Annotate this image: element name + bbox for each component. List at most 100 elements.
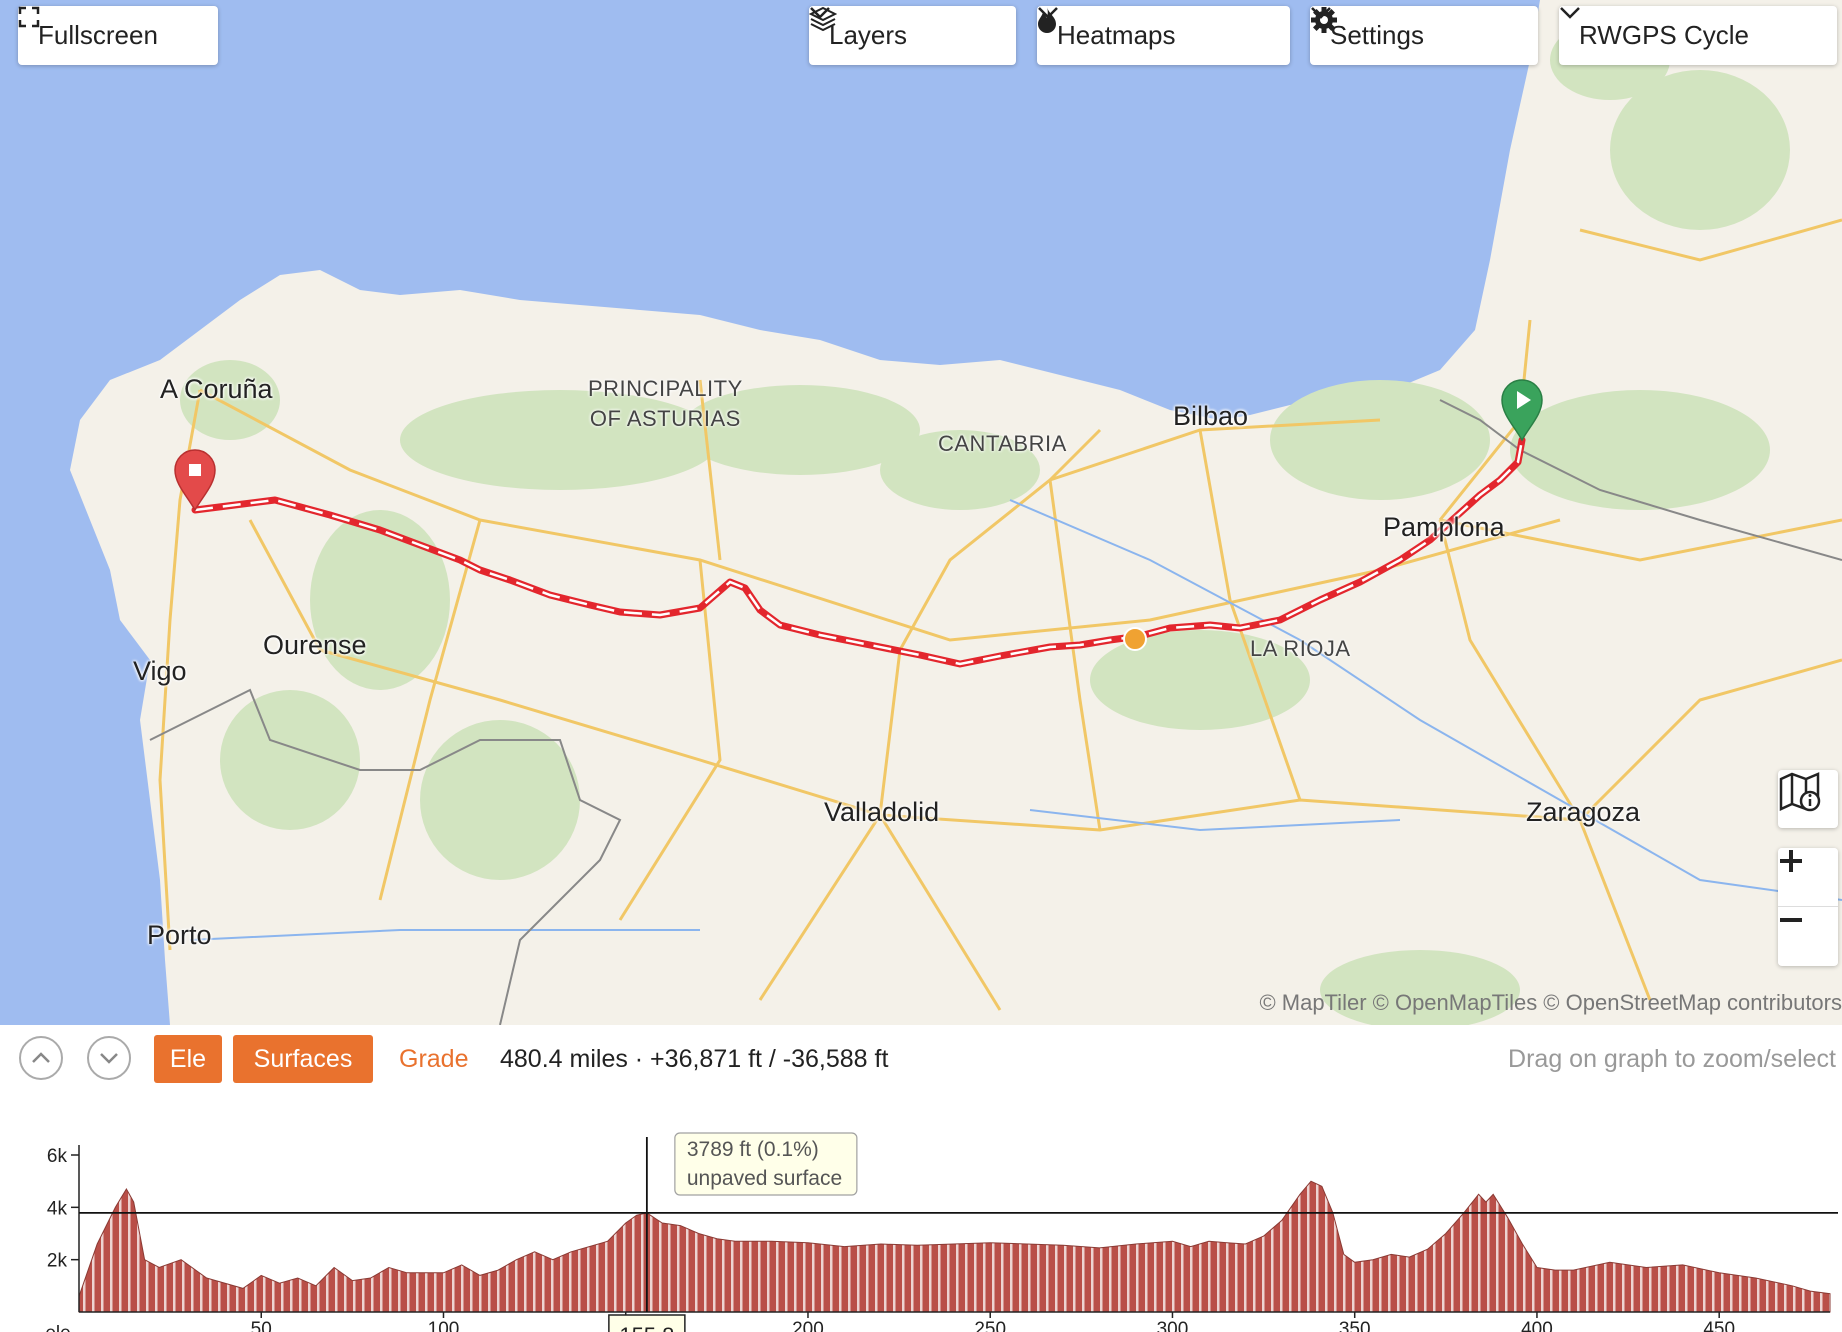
surface-stripe	[146, 1181, 149, 1312]
x-tick-label: 300	[1157, 1319, 1189, 1332]
region-label-asturias: PRINCIPALITY OF ASTURIAS	[588, 374, 743, 434]
surface-stripe	[488, 1181, 491, 1312]
surface-stripe	[1433, 1181, 1436, 1312]
elevation-fill	[79, 1181, 1830, 1312]
surface-stripe	[1235, 1181, 1238, 1312]
surface-stripe	[902, 1181, 905, 1312]
cursor-tooltip-elevation: 3789 ft (0.1%)	[687, 1138, 819, 1161]
surface-stripe	[92, 1181, 95, 1312]
surface-stripe	[587, 1181, 590, 1312]
surface-stripe	[983, 1181, 986, 1312]
map-info-button[interactable]	[1778, 770, 1838, 828]
route-hover-dot	[1123, 627, 1147, 651]
fullscreen-button[interactable]: Fullscreen	[18, 6, 218, 65]
city-label-a-coruna: A Coruña	[160, 374, 273, 404]
surface-stripe	[1001, 1181, 1004, 1312]
settings-dropdown[interactable]: Settings	[1310, 6, 1538, 65]
surface-stripe	[83, 1181, 86, 1312]
surface-stripe	[1073, 1181, 1076, 1312]
surface-stripe	[353, 1181, 356, 1312]
zoom-in-button[interactable]	[1778, 848, 1838, 907]
surface-stripe	[542, 1181, 545, 1312]
chevron-down-icon	[810, 7, 830, 19]
map-view[interactable]: A Coruña Bilbao Pamplona Ourense Vigo Va…	[0, 0, 1842, 1025]
surface-stripe	[1280, 1181, 1283, 1312]
surface-stripe	[1478, 1181, 1481, 1312]
basemap-dropdown[interactable]: RWGPS Cycle	[1559, 6, 1837, 65]
surface-stripe	[605, 1181, 608, 1312]
surface-stripe	[1469, 1181, 1472, 1312]
elevation-panel: Ele Surfaces Grade 480.4 miles · +36,871…	[0, 1025, 1842, 1332]
x-tick-label: 450	[1703, 1319, 1735, 1332]
surface-stripe	[1136, 1181, 1139, 1312]
surface-stripe	[1757, 1181, 1760, 1312]
surface-stripe	[947, 1181, 950, 1312]
surface-stripe	[578, 1181, 581, 1312]
x-tick-label: 250	[974, 1319, 1006, 1332]
surface-stripe	[929, 1181, 932, 1312]
basemap[interactable]	[0, 0, 1842, 1025]
surface-stripe	[227, 1181, 230, 1312]
surface-stripe	[209, 1181, 212, 1312]
x-tick-label: 200	[792, 1319, 824, 1332]
tab-ele[interactable]: Ele	[154, 1035, 222, 1083]
surface-stripe	[515, 1181, 518, 1312]
chevron-down-icon	[1038, 7, 1058, 19]
surface-stripe	[173, 1181, 176, 1312]
surface-stripe	[1271, 1181, 1274, 1312]
surface-stripe	[398, 1181, 401, 1312]
surface-stripe	[1505, 1181, 1508, 1312]
layers-dropdown[interactable]: Layers	[809, 6, 1016, 65]
surface-stripe	[1415, 1181, 1418, 1312]
surface-stripe	[1550, 1181, 1553, 1312]
surface-stripe	[308, 1181, 311, 1312]
surface-stripe	[119, 1181, 122, 1312]
surface-stripe	[1037, 1181, 1040, 1312]
zoom-out-button[interactable]	[1778, 907, 1838, 965]
tab-grade[interactable]: Grade	[399, 1035, 468, 1083]
surface-stripe	[1361, 1181, 1364, 1312]
surface-stripe	[1703, 1181, 1706, 1312]
surface-stripe	[1262, 1181, 1265, 1312]
surface-stripe	[434, 1181, 437, 1312]
surface-stripe	[1334, 1181, 1337, 1312]
surface-stripe	[254, 1181, 257, 1312]
surface-stripe	[560, 1181, 563, 1312]
surface-stripe	[1406, 1181, 1409, 1312]
surface-stripe	[1487, 1181, 1490, 1312]
surface-stripe	[992, 1181, 995, 1312]
surface-stripe	[1631, 1181, 1634, 1312]
surface-stripe	[1055, 1181, 1058, 1312]
surface-stripe	[1523, 1181, 1526, 1312]
surface-stripe	[1595, 1181, 1598, 1312]
surface-stripe	[965, 1181, 968, 1312]
surface-stripe	[344, 1181, 347, 1312]
surface-stripe	[1109, 1181, 1112, 1312]
surface-stripe	[1820, 1181, 1823, 1312]
map-attribution[interactable]: © MapTiler © OpenMapTiles © OpenStreetMa…	[1259, 990, 1842, 1016]
elevation-chart[interactable]: 2k4k6k50100150200250300350400450ele(ft)d…	[0, 1125, 1842, 1332]
panel-collapse-button[interactable]	[87, 1036, 131, 1080]
surface-stripe	[200, 1181, 203, 1312]
city-label-porto: Porto	[147, 920, 212, 950]
surface-stripe	[659, 1181, 662, 1312]
surface-stripe	[1784, 1181, 1787, 1312]
heatmaps-dropdown[interactable]: Heatmaps	[1037, 6, 1290, 65]
panel-expand-button[interactable]	[19, 1036, 63, 1080]
surface-stripe	[1730, 1181, 1733, 1312]
surface-stripe	[1190, 1181, 1193, 1312]
tab-surfaces[interactable]: Surfaces	[233, 1035, 373, 1083]
layers-label: Layers	[829, 20, 908, 50]
y-axis-label: ele	[45, 1323, 70, 1332]
y-tick-label: 4k	[47, 1198, 68, 1219]
surface-stripe	[272, 1181, 275, 1312]
surface-stripe	[1154, 1181, 1157, 1312]
surface-stripe	[155, 1181, 158, 1312]
elevation-area	[78, 1180, 1831, 1313]
cursor-x-label: 155.8	[619, 1323, 674, 1332]
surface-stripe	[938, 1181, 941, 1312]
surface-stripe	[335, 1181, 338, 1312]
surface-stripe	[1541, 1181, 1544, 1312]
surface-stripe	[1721, 1181, 1724, 1312]
surface-stripe	[1217, 1181, 1220, 1312]
